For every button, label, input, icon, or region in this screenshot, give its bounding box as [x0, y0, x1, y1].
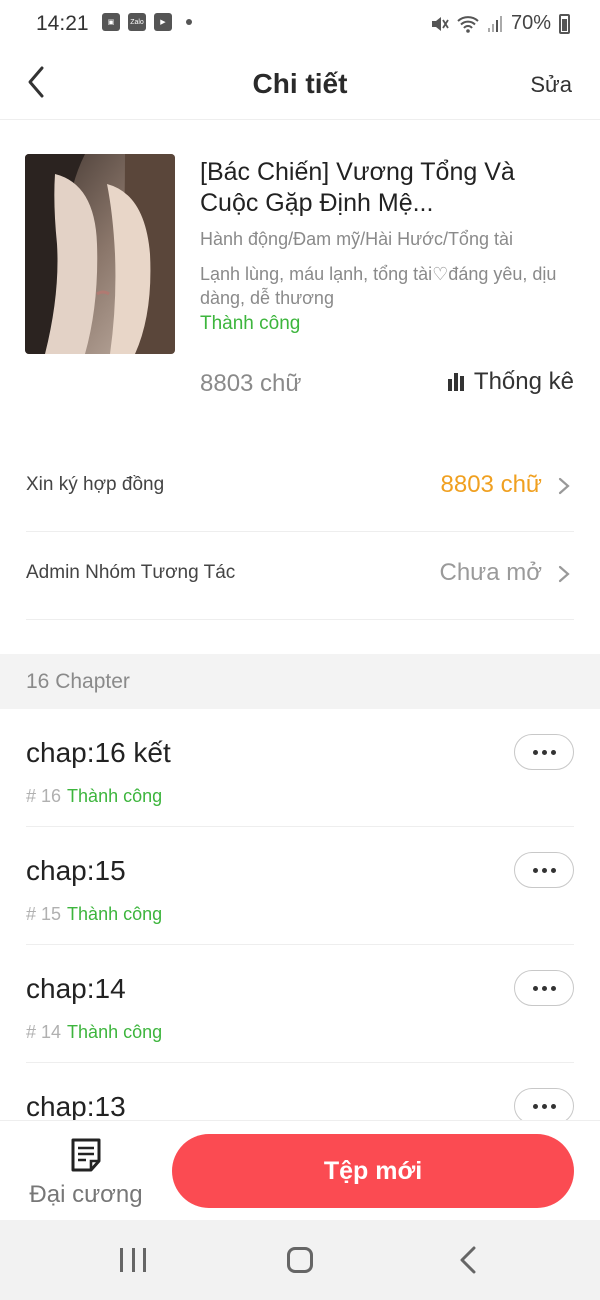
edit-button[interactable]: Sửa — [530, 72, 572, 98]
chapter-number: # 15 — [26, 904, 62, 924]
chapter-number: # 14 — [26, 1022, 62, 1042]
book-status: Thành công — [200, 313, 301, 334]
chapter-meta: # 16 Thành công — [26, 786, 162, 807]
chapter-item[interactable]: chap:14 # 14 Thành công — [26, 945, 574, 1063]
more-options-button[interactable] — [514, 970, 574, 1006]
statistics-button[interactable]: Thống kê — [447, 368, 574, 396]
more-options-button[interactable] — [514, 1088, 574, 1124]
signal-icon — [487, 15, 502, 32]
chapter-title: chap:13 — [26, 1091, 126, 1122]
book-genres: Hành động/Đam mỹ/Hài Hước/Tổng tài — [200, 229, 513, 249]
page-title: Chi tiết — [252, 68, 348, 99]
new-file-button[interactable]: Tệp mới — [172, 1134, 574, 1208]
bar-chart-icon — [447, 373, 464, 391]
chapter-meta: # 14 Thành công — [26, 1022, 162, 1043]
chapter-meta: # 15 Thành công — [26, 904, 162, 925]
book-tags: Lạnh lùng, máu lạnh, tổng tài♡đáng yêu, … — [200, 264, 557, 308]
wifi-icon — [457, 15, 479, 33]
status-right: 70% — [429, 12, 570, 35]
chapter-section-header: 16 Chapter — [0, 654, 600, 709]
battery-icon — [559, 13, 570, 34]
dot-icon — [186, 19, 192, 25]
chapter-item[interactable]: chap:16 kết # 16 Thành công — [26, 709, 574, 827]
admin-group-row[interactable]: Admin Nhóm Tương Tác Chưa mở — [26, 532, 574, 620]
home-icon[interactable] — [287, 1247, 313, 1273]
youtube-icon: ▶ — [154, 13, 172, 31]
chapter-status: Thành công — [67, 786, 163, 806]
book-title: [Bác Chiến] Vương Tổng Và Cuộc Gặp Định … — [200, 158, 515, 217]
chapter-title: chap:15 — [26, 855, 126, 886]
chapter-number: # 16 — [26, 786, 62, 806]
more-options-button[interactable] — [514, 734, 574, 770]
contract-row[interactable]: Xin ký hợp đồng 8803 chữ — [26, 444, 574, 532]
word-count: 8803 chữ — [200, 370, 302, 397]
zalo-icon: Zalo — [128, 13, 146, 31]
chevron-right-icon — [558, 565, 570, 583]
mute-icon — [431, 16, 449, 31]
admin-group-value: Chưa mở — [439, 559, 543, 586]
book-cover-image — [25, 154, 175, 354]
bottom-action-bar: Đại cương Tệp mới — [0, 1120, 600, 1220]
top-app-bar: Chi tiết Sửa — [0, 48, 600, 120]
chapter-status: Thành công — [67, 1022, 163, 1042]
chevron-right-icon — [558, 477, 570, 495]
chapter-count: 16 Chapter — [26, 670, 130, 693]
outline-label: Đại cương — [29, 1181, 143, 1208]
status-time: 14:21 — [36, 12, 89, 35]
battery-percent: 70% — [510, 12, 551, 34]
chapter-title: chap:14 — [26, 973, 126, 1004]
status-bar: 14:21 ▣ Zalo ▶ 70% — [0, 0, 600, 48]
recent-apps-icon[interactable] — [120, 1248, 146, 1274]
more-options-button[interactable] — [514, 852, 574, 888]
nav-back-icon[interactable] — [456, 1244, 480, 1276]
system-nav-bar — [0, 1220, 600, 1300]
statistics-label: Thống kê — [473, 368, 574, 395]
chapter-item[interactable]: chap:15 # 15 Thành công — [26, 827, 574, 945]
document-icon — [71, 1138, 101, 1172]
notification-icons: ▣ Zalo ▶ — [102, 13, 192, 31]
chapter-title: chap:16 kết — [26, 737, 171, 768]
gallery-icon: ▣ — [102, 13, 120, 31]
outline-button[interactable]: Đại cương — [24, 1137, 148, 1213]
chapter-status: Thành công — [67, 904, 163, 924]
contract-label: Xin ký hợp đồng — [26, 474, 165, 495]
admin-group-label: Admin Nhóm Tương Tác — [26, 562, 236, 583]
contract-value: 8803 chữ — [440, 471, 542, 498]
